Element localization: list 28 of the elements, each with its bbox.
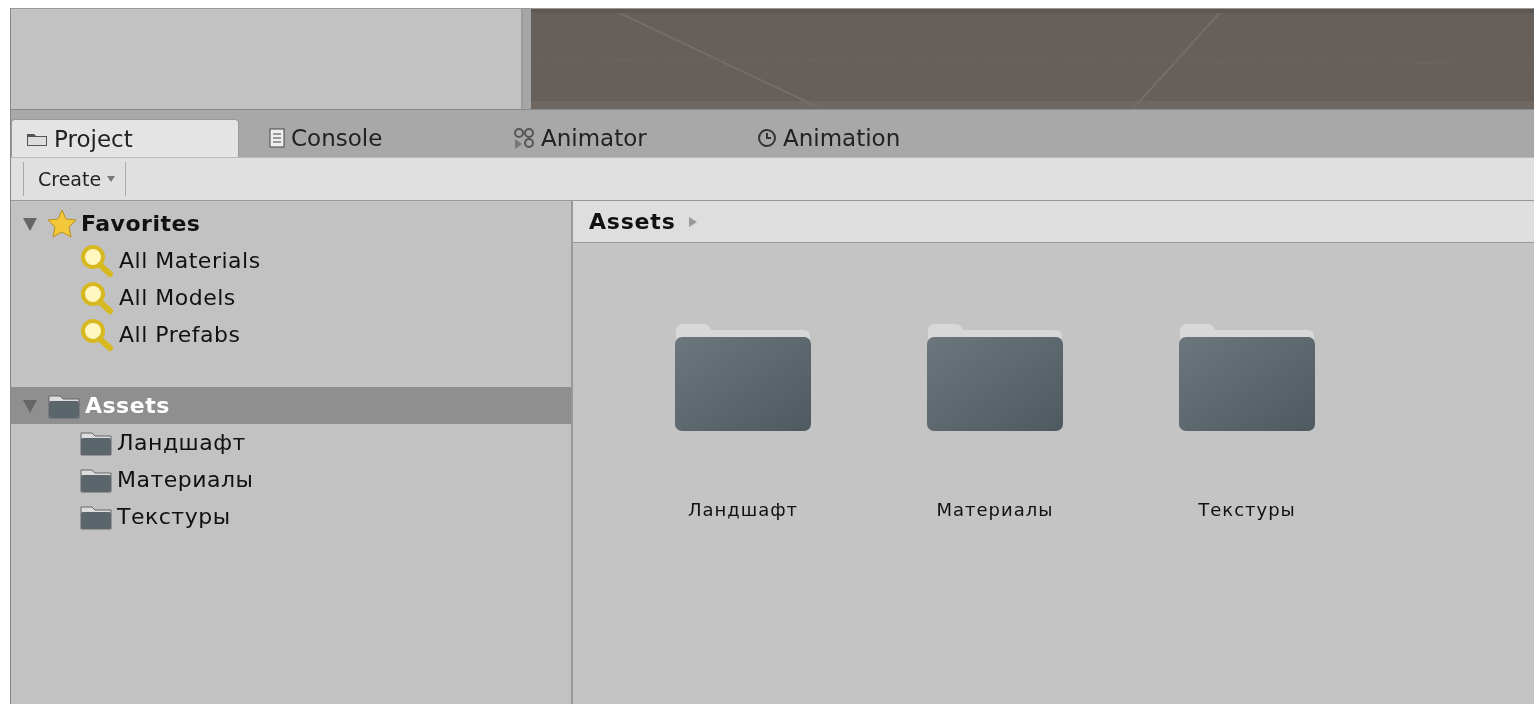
create-button[interactable]: Create <box>23 162 127 196</box>
tree-item[interactable]: Favorites <box>11 205 571 242</box>
clock-icon <box>757 128 777 148</box>
tree-item[interactable]: All Models <box>11 279 571 316</box>
arrow-right-icon <box>687 216 698 227</box>
breadcrumb-link[interactable]: Assets <box>589 209 676 234</box>
tree-item[interactable]: Текстуры <box>11 498 571 535</box>
folder-icon <box>674 323 812 433</box>
caret-icon <box>107 176 116 182</box>
folder-name[interactable]: Материалы <box>936 499 1054 520</box>
star-icon <box>47 208 77 239</box>
tree-item[interactable]: All Prefabs <box>11 316 571 353</box>
folder-name[interactable]: Ландшафт <box>687 499 799 520</box>
search-icon <box>79 317 115 352</box>
search-icon <box>79 280 115 315</box>
tab[interactable]: Project <box>11 119 239 157</box>
tree-item[interactable]: Ландшафт <box>11 424 571 461</box>
folder-icon <box>926 323 1064 433</box>
tree-item[interactable]: Материалы <box>11 461 571 498</box>
tab[interactable]: Console <box>255 119 483 157</box>
tab[interactable]: Animation <box>743 119 971 157</box>
document-icon <box>269 128 285 148</box>
search-icon <box>79 243 115 278</box>
tab[interactable]: Animator <box>499 119 727 157</box>
folder-icon <box>1178 323 1316 433</box>
folder-name[interactable]: Текстуры <box>1198 499 1296 520</box>
nodes-icon <box>513 127 535 149</box>
tree-item[interactable]: All Materials <box>11 242 571 279</box>
